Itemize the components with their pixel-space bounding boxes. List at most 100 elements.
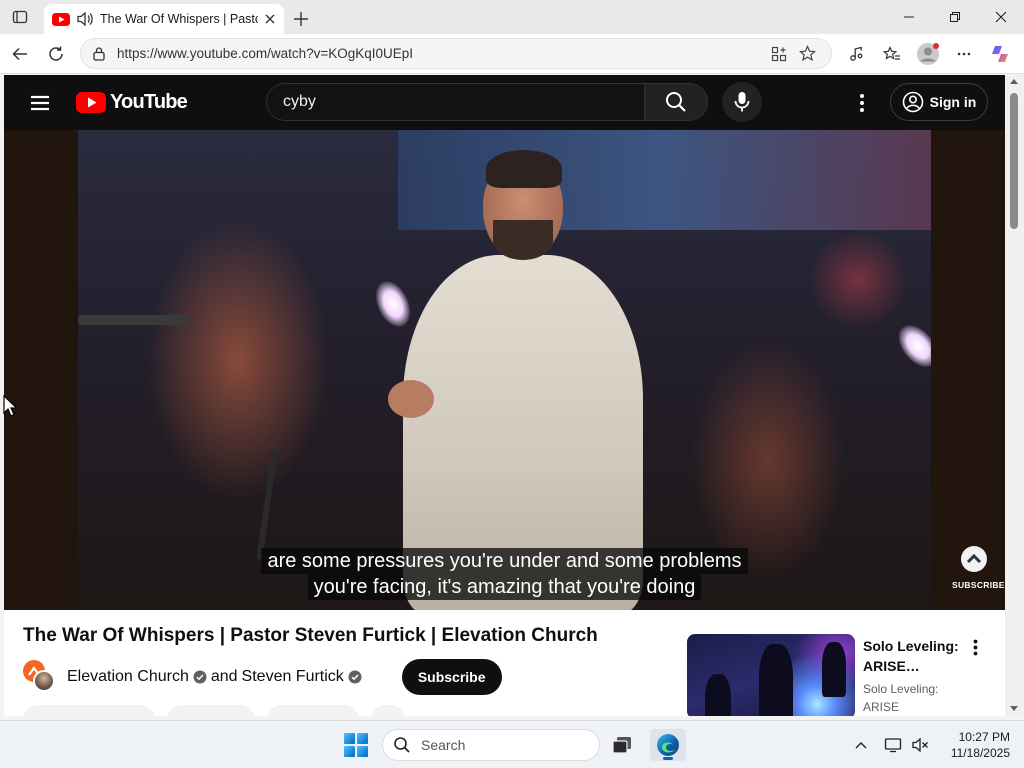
share-button[interactable] [167, 705, 255, 716]
network-status-button[interactable] [880, 729, 906, 761]
settings-more-button[interactable] [946, 38, 982, 70]
chevron-up-circle-icon [961, 546, 987, 572]
speaker-hand [388, 380, 434, 418]
close-window-button[interactable] [978, 0, 1024, 34]
video-player[interactable]: are some pressures you're under and some… [4, 130, 1005, 610]
sign-in-label: Sign in [929, 94, 977, 110]
window-controls [886, 0, 1024, 34]
taskbar-clock[interactable]: 10:27 PM 11/18/2025 [938, 729, 1010, 761]
hamburger-menu-icon [31, 95, 49, 111]
channel-name-elevation[interactable]: Elevation Church [67, 668, 189, 686]
profile-avatar-icon [917, 43, 939, 65]
more-actions-button[interactable] [371, 705, 405, 716]
speaker-icon[interactable] [76, 11, 94, 27]
task-view-icon [612, 737, 631, 754]
close-icon [995, 11, 1007, 23]
sign-in-button[interactable]: Sign in [890, 83, 988, 121]
recommended-menu-button[interactable] [967, 638, 983, 656]
voice-search-button[interactable] [722, 82, 762, 122]
taskbar-search-placeholder: Search [421, 737, 466, 753]
channel-name-furtick[interactable]: Steven Furtick [242, 668, 344, 686]
browser-tab-strip: The War Of Whispers | Pastor Steven Furt… [0, 0, 1024, 34]
video-frame[interactable] [78, 130, 931, 610]
windows-logo-pane [344, 733, 355, 744]
windows-logo-pane [357, 746, 368, 757]
search-button[interactable] [644, 83, 708, 121]
like-dislike-button[interactable] [23, 705, 155, 716]
more-horizontal-icon [957, 52, 971, 56]
scrollbar-thumb[interactable] [1010, 93, 1018, 229]
youtube-logo[interactable]: YouTube [76, 91, 188, 114]
start-button[interactable] [344, 733, 368, 757]
youtube-page: YouTube cyby Sign in are some pressures … [4, 75, 1005, 716]
account-circle-icon [902, 91, 923, 113]
search-input[interactable]: cyby [266, 83, 646, 121]
restore-button[interactable] [932, 0, 978, 34]
youtube-logo-icon [76, 92, 106, 113]
favorites-star-list-icon [883, 46, 900, 60]
verified-badge-icon [193, 670, 207, 684]
recommended-title[interactable]: Solo Leveling: ARISE… [863, 636, 963, 676]
page-scrollbar[interactable] [1005, 75, 1024, 716]
subscribe-watermark[interactable]: SUBSCRIBE [952, 545, 1005, 590]
show-hidden-icons-button[interactable] [850, 729, 872, 761]
recommended-thumbnail[interactable] [687, 634, 855, 716]
channel-avatars[interactable] [23, 660, 57, 694]
speaker-muted-icon [912, 737, 928, 753]
refresh-button[interactable] [38, 36, 74, 72]
windows-logo-pane [344, 746, 355, 757]
caption-line: are some pressures you're under and some… [261, 548, 748, 574]
app-grid-icon [771, 46, 787, 61]
site-info-icon[interactable] [91, 46, 107, 62]
taskbar-search[interactable]: Search [382, 729, 600, 761]
youtube-header: YouTube cyby Sign in [4, 75, 1005, 130]
settings-menu-button[interactable] [850, 89, 874, 117]
speaker-figure [378, 150, 658, 610]
video-title: The War Of Whispers | Pastor Steven Furt… [23, 625, 598, 646]
chevron-up-icon [855, 742, 867, 749]
thumbnail-figure [759, 644, 793, 716]
channel-joiner: and [210, 668, 238, 685]
app-available-button[interactable] [765, 40, 793, 68]
guide-menu-button[interactable] [26, 89, 54, 117]
browser-toolbar: https://www.youtube.com/watch?v=KOgKqI0U… [0, 34, 1024, 74]
tab-actions-button[interactable] [0, 0, 40, 34]
speaker-hair [486, 150, 562, 188]
back-button[interactable] [2, 36, 38, 72]
favorites-button[interactable] [874, 38, 910, 70]
stage-light [891, 317, 931, 375]
task-view-button[interactable] [604, 729, 640, 761]
profile-button[interactable] [910, 38, 946, 70]
search-icon [666, 92, 686, 112]
thumbnail-figure [705, 674, 731, 716]
search-query-text[interactable]: cyby [283, 93, 316, 111]
scroll-up-arrow-icon[interactable] [1010, 79, 1018, 84]
scroll-down-arrow-icon[interactable] [1010, 706, 1018, 711]
copilot-button[interactable] [982, 38, 1018, 70]
media-button[interactable] [838, 38, 874, 70]
close-tab-icon[interactable] [264, 13, 276, 25]
edge-taskbar-button[interactable] [650, 729, 686, 761]
toolbar-right [838, 38, 1018, 70]
more-vertical-icon [973, 639, 977, 655]
save-button[interactable] [267, 705, 359, 716]
subscribe-watermark-label: SUBSCRIBE [952, 580, 1005, 590]
address-bar[interactable]: https://www.youtube.com/watch?v=KOgKqI0U… [80, 38, 832, 69]
mouse-cursor-icon [3, 395, 17, 417]
search-icon [394, 737, 410, 753]
subscribe-button[interactable]: Subscribe [401, 659, 502, 695]
favorite-star-button[interactable] [793, 40, 821, 68]
clock-time: 10:27 PM [958, 730, 1010, 744]
tab-title: The War Of Whispers | Pastor Steven Furt… [100, 12, 258, 26]
sound-status-button[interactable] [908, 729, 932, 761]
edge-icon [657, 734, 679, 756]
url-text[interactable]: https://www.youtube.com/watch?v=KOgKqI0U… [117, 46, 765, 61]
recommended-video[interactable]: Solo Leveling: ARISE… Solo Leveling: ARI… [687, 634, 987, 716]
new-tab-button[interactable] [284, 4, 318, 34]
steven-furtick-avatar[interactable] [33, 670, 55, 692]
minimize-button[interactable] [886, 0, 932, 34]
stage-prop [78, 315, 188, 325]
recommended-channel: Solo Leveling: ARISE OVERDRIVE [863, 682, 939, 714]
active-tab[interactable]: The War Of Whispers | Pastor Steven Furt… [44, 4, 284, 34]
microphone-icon [734, 92, 750, 112]
